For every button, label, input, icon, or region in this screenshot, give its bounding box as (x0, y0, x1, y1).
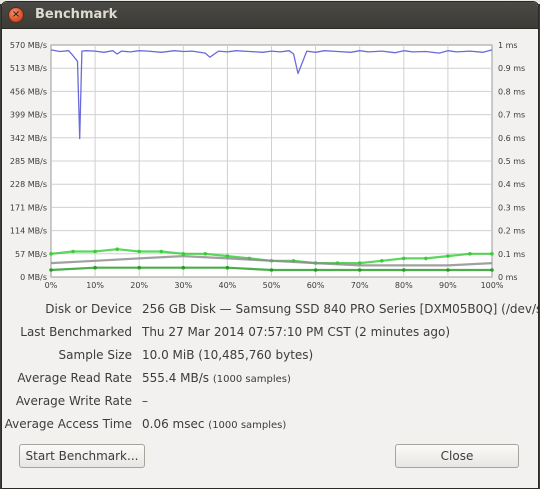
y-left-tick-label: 114 MB/s (10, 227, 47, 236)
series-point (402, 256, 406, 261)
series-point (71, 249, 75, 254)
series-point (93, 265, 97, 270)
y-right-tick-label: 0.9 ms (498, 64, 525, 73)
x-tick-label: 10% (86, 281, 104, 290)
x-tick-label: 90% (439, 281, 457, 290)
y-left-tick-label: 456 MB/s (10, 87, 47, 96)
prop-value-text: Thu 27 Mar 2014 07:57:10 PM CST (2 minut… (142, 325, 451, 339)
prop-value: 555.4 MB/s (1000 samples) (142, 371, 291, 385)
prop-key: Average Read Rate (17, 371, 132, 385)
prop-value-samples: (1000 samples) (212, 374, 291, 385)
prop-key: Average Write Rate (15, 394, 132, 408)
window-title: Benchmark (35, 7, 118, 22)
prop-value: – (142, 394, 148, 408)
prop-value: Thu 27 Mar 2014 07:57:10 PM CST (2 minut… (142, 325, 450, 339)
y-right-tick-label: 0.8 ms (498, 87, 525, 96)
x-tick-label: 40% (219, 281, 237, 290)
y-right-tick-label: 0.1 ms (498, 250, 525, 259)
series-point (446, 268, 450, 272)
x-tick-label: 50% (263, 281, 281, 290)
series-point (137, 265, 141, 270)
x-tick-label: 30% (174, 281, 192, 290)
series-point (159, 249, 164, 254)
prop-key: Sample Size (58, 348, 132, 362)
benchmark-dialog: × Benchmark 0% 10% 20% 30% 40% 50% 60% 70% 80% 90… (1, 1, 539, 489)
prop-row-write-rate: Average Write Rate – (2, 391, 538, 413)
y-right-tick-label: 0.7 ms (498, 111, 525, 120)
x-tick-label: 0% (45, 281, 58, 290)
y-left-tick-label: 57 MB/s (15, 250, 47, 259)
prop-value: 0.06 msec (1000 samples) (142, 417, 286, 431)
prop-key: Last Benchmarked (20, 325, 132, 339)
y-right-tick-label: 0.6 ms (498, 134, 525, 143)
series-point (115, 247, 119, 251)
prop-key: Disk or Device (45, 302, 132, 316)
window-close-icon[interactable]: × (8, 7, 24, 23)
x-tick-label: 60% (307, 281, 325, 290)
prop-row-last-benchmarked: Last Benchmarked Thu 27 Mar 2014 07:57:1… (2, 322, 538, 344)
series-point (468, 252, 472, 256)
x-tick-label: 80% (395, 281, 413, 290)
prop-row-disk: Disk or Device 256 GB Disk — Samsung SSD… (2, 299, 538, 321)
series-point (49, 252, 53, 256)
prop-value-text: – (142, 394, 148, 408)
y-right-tick-label: 0.2 ms (498, 227, 525, 236)
series-point (269, 268, 274, 272)
prop-value-text: 10.0 MiB (10,485,760 bytes) (142, 348, 314, 362)
series-point (380, 259, 384, 263)
prop-value-text: 256 GB Disk — Samsung SSD 840 PRO Series… (142, 302, 539, 316)
prop-row-read-rate: Average Read Rate 555.4 MB/s (1000 sampl… (2, 368, 538, 390)
benchmark-chart: 0% 10% 20% 30% 40% 50% 60% 70% 80% 90% 100% 0 MB/s 5… (10, 41, 525, 290)
y-left-tick-label: 399 MB/s (10, 111, 47, 120)
series-point (225, 265, 230, 270)
x-tick-label: 100% (481, 281, 504, 290)
y-right-tick-label: 1 ms (498, 41, 518, 50)
series-point (490, 268, 494, 272)
series-point (357, 268, 362, 272)
series-point (93, 249, 97, 254)
prop-row-access-time: Average Access Time 0.06 msec (1000 samp… (2, 414, 538, 436)
y-right-tick-label: 0 ms (498, 273, 518, 282)
series-point (424, 256, 428, 261)
prop-value-samples: (1000 samples) (208, 420, 287, 431)
x-tick-label: 70% (351, 281, 369, 290)
x-tick-label: 20% (130, 281, 148, 290)
y-right-tick-label: 0.4 ms (498, 180, 525, 189)
prop-value-text: 555.4 MB/s (142, 371, 210, 385)
y-right-tick-label: 0.5 ms (498, 157, 525, 166)
prop-row-sample-size: Sample Size 10.0 MiB (10,485,760 bytes) (2, 345, 538, 367)
title-bar[interactable]: × Benchmark (2, 2, 538, 29)
y-left-tick-label: 228 MB/s (10, 180, 47, 189)
series-point (49, 268, 53, 272)
series-point (402, 268, 406, 272)
series-point (490, 252, 494, 256)
series-point (313, 268, 318, 272)
y-left-tick-label: 0 MB/s (20, 273, 47, 282)
start-benchmark-button[interactable]: Start Benchmark... (19, 444, 145, 468)
prop-key: Average Access Time (4, 417, 132, 431)
chart-grid (50, 44, 493, 278)
prop-value: 10.0 MiB (10,485,760 bytes) (142, 348, 313, 362)
series-point (203, 252, 208, 256)
prop-value: 256 GB Disk — Samsung SSD 840 PRO Series… (142, 302, 539, 316)
y-left-tick-label: 285 MB/s (10, 157, 47, 166)
series-point (446, 254, 450, 258)
series-point (181, 265, 186, 270)
y-left-tick-label: 570 MB/s (10, 41, 47, 50)
y-left-tick-label: 171 MB/s (10, 203, 47, 212)
y-left-tick-label: 513 MB/s (10, 64, 47, 73)
y-right-tick-label: 0.3 ms (498, 203, 525, 212)
y-left-tick-label: 342 MB/s (10, 134, 47, 143)
prop-value-text: 0.06 msec (142, 417, 205, 431)
close-button[interactable]: Close (395, 444, 519, 468)
series-point (137, 249, 141, 254)
